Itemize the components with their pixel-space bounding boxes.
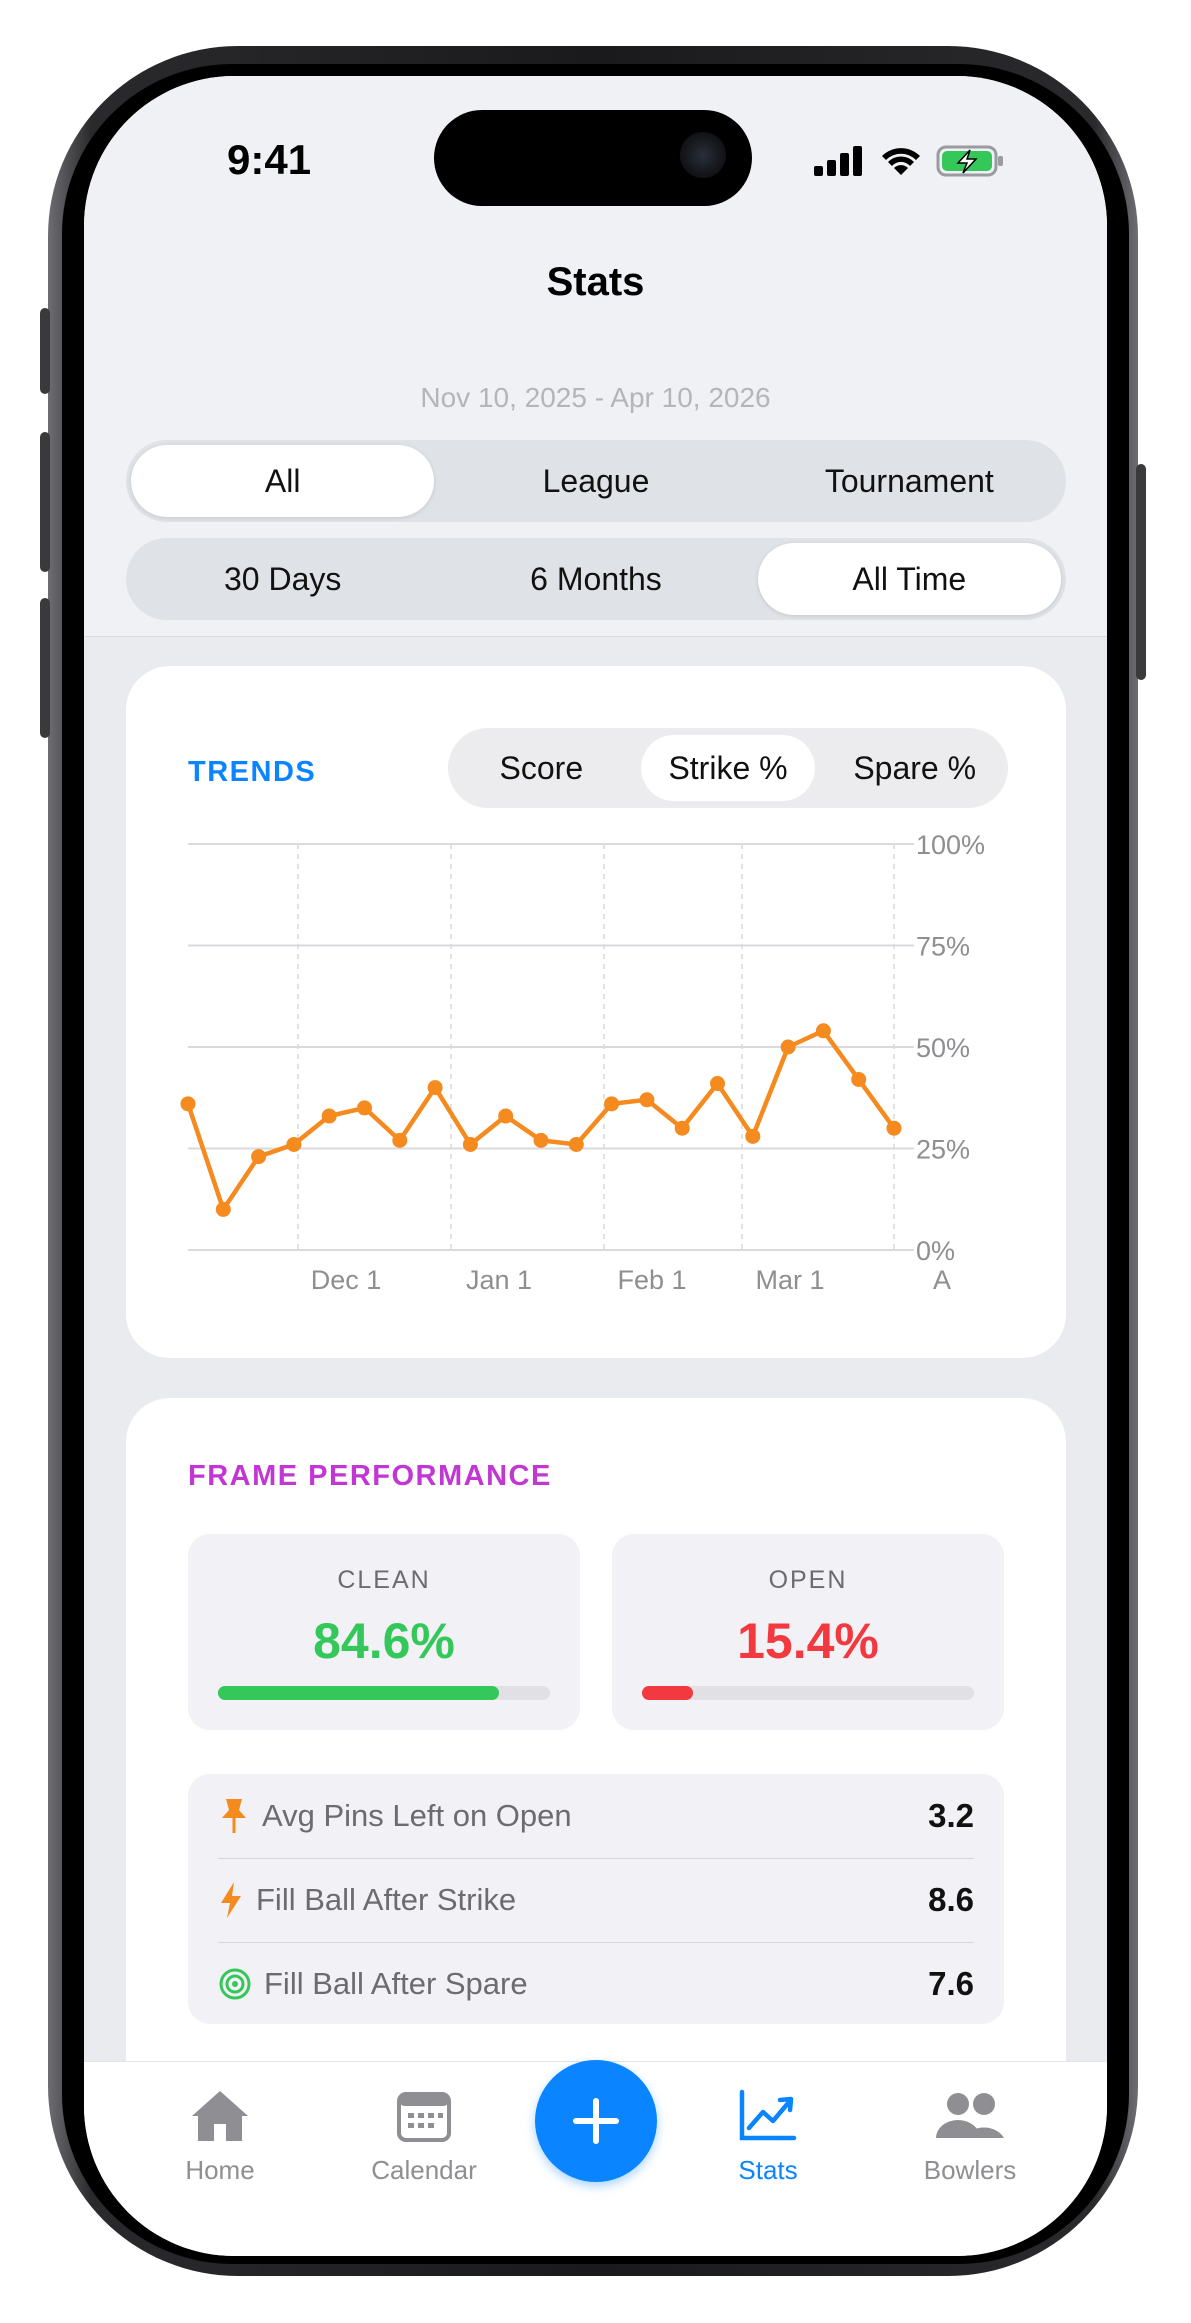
data-point bbox=[180, 1096, 196, 1112]
wifi-icon bbox=[882, 148, 920, 175]
data-point bbox=[392, 1132, 408, 1148]
tab-bowlers-label: Bowlers bbox=[923, 2155, 1017, 2185]
open-value: 15.4% bbox=[737, 1613, 879, 1669]
data-point bbox=[357, 1100, 372, 1116]
y-tick-label: 100% bbox=[916, 830, 985, 860]
data-point bbox=[674, 1120, 690, 1136]
list-item: Avg Pins Left on Open 3.2 bbox=[218, 1774, 974, 1858]
fill-after-spare-value: 7.6 bbox=[928, 1965, 974, 2002]
volume-down-button bbox=[40, 598, 50, 738]
x-tick-label: A bbox=[933, 1265, 951, 1295]
calendar-icon bbox=[397, 2092, 451, 2142]
tab-calendar[interactable]: Calendar bbox=[344, 2088, 504, 2186]
period-filter: 30 Days 6 Months All Time bbox=[126, 538, 1066, 620]
tab-bar: Home Calendar Stats Bowlers bbox=[84, 2060, 1107, 2256]
y-tick-label: 25% bbox=[916, 1135, 970, 1165]
data-point bbox=[815, 1023, 831, 1039]
data-point bbox=[568, 1136, 584, 1152]
frame-stats-list: Avg Pins Left on Open 3.2 Fill Ball Afte… bbox=[188, 1774, 1004, 2024]
trend-chart: 100% 75% 50% 25% 0% Dec 1 Jan 1 Feb 1 Mar 1 A bbox=[180, 830, 985, 1295]
tab-stats-label: Stats bbox=[738, 2155, 798, 2185]
tab-home-label: Home bbox=[185, 2155, 255, 2185]
add-game-button[interactable] bbox=[535, 2060, 657, 2182]
clean-value: 84.6% bbox=[313, 1613, 455, 1669]
data-point bbox=[321, 1108, 337, 1124]
data-point bbox=[745, 1128, 761, 1144]
open-stat: OPEN 15.4% bbox=[612, 1534, 1004, 1730]
signal-icon bbox=[814, 146, 862, 176]
volume-up-button bbox=[40, 432, 50, 572]
fill-after-spare-label: Fill Ball After Spare bbox=[264, 1966, 528, 2001]
x-tick-label: Jan 1 bbox=[466, 1265, 532, 1295]
battery-charging-icon bbox=[936, 145, 1003, 177]
type-filter: All League Tournament bbox=[126, 440, 1066, 522]
period-option-30-days[interactable]: 30 Days bbox=[131, 543, 434, 615]
data-point bbox=[604, 1096, 620, 1112]
tab-calendar-label: Calendar bbox=[371, 2155, 477, 2185]
series-line bbox=[185, 1028, 897, 1212]
data-point bbox=[498, 1108, 514, 1124]
y-tick-label: 75% bbox=[916, 932, 970, 962]
data-point bbox=[533, 1132, 549, 1148]
tab-stats[interactable]: Stats bbox=[688, 2088, 848, 2186]
data-point bbox=[462, 1136, 478, 1152]
plus-icon bbox=[573, 2098, 619, 2144]
y-tick-label: 50% bbox=[916, 1033, 970, 1063]
clean-stat: CLEAN 84.6% bbox=[188, 1534, 580, 1730]
open-bar-track bbox=[642, 1686, 974, 1700]
people-icon bbox=[936, 2093, 1004, 2138]
avg-pins-left-value: 3.2 bbox=[928, 1797, 974, 1834]
open-bar-fill bbox=[642, 1686, 694, 1700]
y-tick-label: 0% bbox=[916, 1236, 955, 1266]
x-tick-label: Dec 1 bbox=[311, 1265, 382, 1295]
clean-bar-track bbox=[218, 1686, 550, 1700]
data-point bbox=[710, 1076, 725, 1092]
period-option-all-time[interactable]: All Time bbox=[757, 543, 1061, 615]
lightning-icon bbox=[221, 1882, 241, 1918]
data-point bbox=[251, 1149, 267, 1165]
date-range: Nov 10, 2025 - Apr 10, 2026 bbox=[420, 382, 771, 413]
type-option-all[interactable]: All bbox=[131, 445, 435, 517]
data-point bbox=[639, 1092, 655, 1108]
camera-icon bbox=[680, 132, 726, 178]
avg-pins-left-label: Avg Pins Left on Open bbox=[262, 1798, 572, 1833]
data-point bbox=[215, 1201, 231, 1217]
screen: 9:41 Stats Nov 10, 2025 - Apr 10, 2026 A… bbox=[84, 76, 1107, 2256]
data-point bbox=[286, 1136, 302, 1152]
x-tick-label: Feb 1 bbox=[617, 1265, 686, 1295]
fill-after-strike-value: 8.6 bbox=[928, 1881, 974, 1918]
data-point bbox=[427, 1080, 443, 1096]
data-point bbox=[851, 1071, 867, 1087]
frame-performance-title: FRAME PERFORMANCE bbox=[188, 1460, 552, 1492]
list-item: Fill Ball After Spare 7.6 bbox=[218, 1942, 974, 2026]
fill-after-strike-label: Fill Ball After Strike bbox=[256, 1882, 517, 1917]
target-icon bbox=[219, 1968, 251, 2000]
data-point bbox=[886, 1120, 902, 1136]
pushpin-icon bbox=[222, 1799, 246, 1833]
clean-label: CLEAN bbox=[337, 1566, 431, 1594]
frame-performance-card: FRAME PERFORMANCE CLEAN 84.6% OPEN 15.4%… bbox=[126, 1398, 1066, 2118]
house-icon bbox=[192, 2091, 248, 2141]
power-button bbox=[1136, 464, 1146, 680]
type-option-tournament[interactable]: Tournament bbox=[758, 445, 1061, 517]
status-time: 9:41 bbox=[227, 136, 312, 183]
list-item: Fill Ball After Strike 8.6 bbox=[218, 1858, 974, 1942]
dynamic-island bbox=[434, 110, 752, 206]
action-button bbox=[40, 308, 50, 394]
chart-icon bbox=[739, 2089, 797, 2141]
x-tick-label: Mar 1 bbox=[755, 1265, 824, 1295]
type-option-league[interactable]: League bbox=[444, 445, 747, 517]
clean-bar-fill bbox=[218, 1686, 499, 1700]
page-title: Stats bbox=[546, 260, 645, 304]
status-icons bbox=[814, 141, 1006, 181]
trends-card: TRENDS Score Strike % Spare % 100% 75% 50%… bbox=[126, 666, 1066, 1358]
tab-bowlers[interactable]: Bowlers bbox=[890, 2088, 1050, 2186]
tab-home[interactable]: Home bbox=[140, 2088, 300, 2186]
period-option-6-months[interactable]: 6 Months bbox=[444, 543, 747, 615]
open-label: OPEN bbox=[768, 1566, 848, 1594]
data-point bbox=[780, 1039, 796, 1055]
